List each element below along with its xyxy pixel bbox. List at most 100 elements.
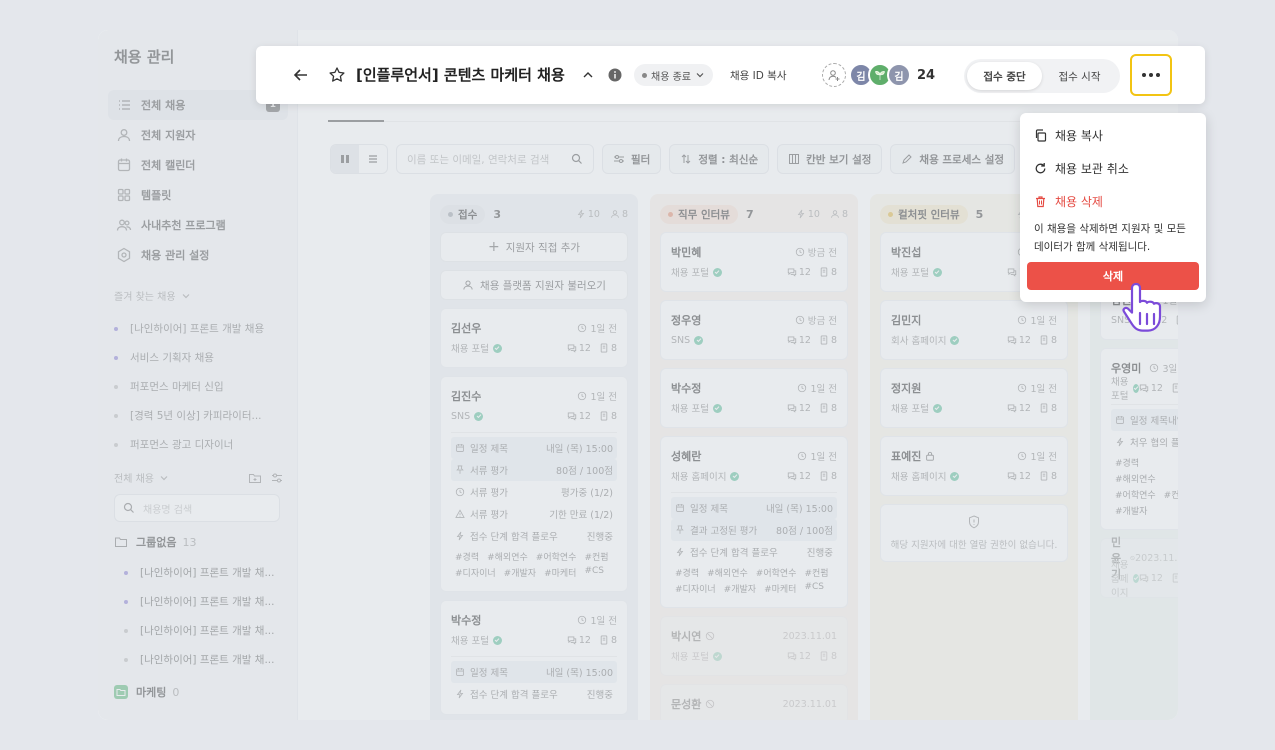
message-icon — [1007, 404, 1017, 413]
group-none[interactable]: 그룹없음 13 — [114, 534, 196, 550]
message-icon — [787, 404, 797, 413]
applicant-name: 김진수 — [451, 390, 482, 403]
job-status-dropdown[interactable]: 채용 종료 — [634, 64, 713, 86]
favorite-item[interactable]: [나인하이어] 프론트 개발 채용 — [114, 314, 284, 343]
document-count: 8 — [819, 403, 837, 414]
favorites-header[interactable]: 즐겨 찾는 채용 — [114, 288, 284, 303]
color-dot — [114, 442, 118, 447]
stage-pill[interactable]: 컬처핏 인터뷰 — [880, 204, 968, 224]
applicant-card[interactable]: 정지원 1일 전 채용 포털 12 8 — [880, 368, 1068, 428]
group-none-count: 13 — [182, 535, 197, 549]
tag-list: #경력 #해외연수 #어학연수 #컨 #개발자 — [1111, 453, 1178, 520]
color-dot — [114, 413, 118, 418]
unarchive-job-menu-item[interactable]: 채용 보관 취소 — [1020, 152, 1206, 185]
applicant-card[interactable]: 박민혜 방금 전 채용 포털 12 8 — [660, 232, 848, 292]
member-avatar[interactable]: 김 — [887, 63, 911, 87]
grid-icon — [117, 188, 131, 202]
favorite-item[interactable]: 퍼포먼스 광고 디자이너 — [114, 430, 284, 459]
favorite-item[interactable]: 서비스 기획자 채용 — [114, 343, 284, 372]
pin-icon — [676, 525, 684, 534]
group-job-item[interactable]: [나인하이어] 프론트 개발 채... — [124, 616, 284, 645]
search-icon — [571, 153, 582, 164]
clock-icon — [578, 323, 587, 333]
group-marketing[interactable]: 마케팅 0 — [114, 684, 179, 700]
applicant-card[interactable]: 성혜란 1일 전 채용 홈페이지 12 8 일정 제목 내일 (목) 15:00 결과 고정된… — [660, 436, 848, 608]
pin-icon — [456, 465, 464, 474]
sidebar-item-1[interactable]: 전체 지원자 — [108, 120, 288, 150]
add-member-icon[interactable] — [822, 63, 846, 87]
document-count: 8 — [1039, 335, 1057, 346]
start-intake-button[interactable]: 접수 시작 — [1042, 62, 1117, 90]
applicant-card[interactable]: 김선우 1일 전 채용 포털 12 8 — [440, 308, 628, 368]
applicant-card[interactable]: 김민지 1일 전 회사 홈페이지 12 8 — [880, 300, 1068, 360]
kanban-view-button[interactable] — [331, 145, 359, 173]
stop-intake-button[interactable]: 접수 중단 — [967, 62, 1042, 90]
favorite-item[interactable]: 퍼포먼스 마케터 신입 — [114, 372, 284, 401]
sliders-icon[interactable] — [270, 471, 284, 485]
tag-list: #경력 #해외연수 #어학연수 #컨펌 #디자이너 #개발자 #마케터 #CS — [671, 563, 837, 598]
sidebar-item-4[interactable]: 사내추천 프로그램 — [108, 210, 288, 240]
group-job-item[interactable]: [나인하이어] 프론트 개발 채... — [124, 645, 284, 674]
group-job-item[interactable]: [나인하이어] 프론트 개발 채... — [124, 558, 284, 587]
warning-icon — [455, 509, 465, 518]
applicant-card[interactable]: 박시연 2023.11.01 채용 포털 12 8 — [660, 616, 848, 676]
message-count: 12 — [567, 343, 591, 354]
delete-job-menu-item[interactable]: 채용 삭제 — [1020, 185, 1206, 218]
back-arrow-icon[interactable] — [292, 66, 310, 84]
applicant-card[interactable]: 문성환 2023.11.01 — [660, 684, 848, 720]
clock-icon — [455, 487, 465, 497]
applicant-card[interactable]: 정우영 방금 전 SNS 12 8 — [660, 300, 848, 360]
applicant-card[interactable]: 박수정 1일 전 채용 포털 12 8 — [660, 368, 848, 428]
star-icon[interactable] — [328, 66, 346, 84]
stage-pill[interactable]: 직무 인터뷰 — [660, 204, 738, 224]
all-jobs-header[interactable]: 전체 채용 — [114, 470, 284, 485]
applicant-card[interactable]: 김진수 1일 전 SNS 12 8 일정 제목 내일 (목) 15:00 서류 평가 80점 /… — [440, 376, 628, 592]
favorite-label: 서비스 기획자 채용 — [130, 352, 214, 364]
intake-toggle[interactable]: 접수 중단 접수 시작 — [964, 59, 1120, 93]
search-icon — [123, 502, 134, 513]
job-search-input[interactable]: 채용명 검색 — [114, 494, 280, 522]
applicant-source: 채용 홈페이지 — [891, 469, 960, 483]
delete-job-label: 채용 삭제 — [1055, 195, 1103, 209]
applicant-card[interactable]: 표예진 1일 전 채용 홈페이지 12 8 — [880, 436, 1068, 496]
process-settings-button[interactable]: 채용 프로세스 설정 — [890, 144, 1016, 174]
applicant-card[interactable]: 우영미3일 전채용 포털128일정 제목내일 (목) 15:00처우 협의 플로… — [1100, 348, 1178, 530]
tag: #해외연수 — [487, 553, 528, 563]
applicant-card[interactable]: 박수정 1일 전 채용 포털 12 8 일정 제목 내일 (목) 15:00 접수 단계 합격… — [440, 600, 628, 715]
add-folder-icon[interactable] — [248, 471, 262, 485]
favorite-label: [경력 5년 이상] 카피라이터... — [130, 410, 262, 422]
sort-button[interactable]: 정렬 : 최신순 — [669, 144, 770, 174]
tag: #어학연수 — [755, 569, 797, 579]
add-applicant-button[interactable]: + 지원자 직접 추가 — [440, 232, 628, 262]
copy-job-menu-item[interactable]: 채용 복사 — [1020, 119, 1206, 152]
applicant-search-input[interactable]: 이름 또는 이메일, 연락처로 검색 — [396, 144, 594, 174]
applicant-name: 문성환 — [671, 698, 702, 711]
tag: #CS — [804, 582, 824, 592]
sidebar-item-5[interactable]: 채용 관리 설정 — [108, 240, 288, 270]
stage-count: 7 — [745, 207, 754, 221]
list-view-button[interactable] — [359, 145, 387, 173]
unarchive-job-label: 채용 보관 취소 — [1055, 162, 1129, 176]
more-options-button[interactable] — [1130, 54, 1172, 96]
member-avatars[interactable]: 김김 24 — [822, 63, 935, 87]
card-detail-row: 접수 단계 합격 플로우 진행중 — [451, 525, 617, 547]
applicant-name: 정우영 — [671, 314, 702, 327]
verified-icon — [694, 335, 704, 345]
sidebar-item-3[interactable]: 템플릿 — [108, 180, 288, 210]
more-options-menu: 채용 복사 채용 보관 취소 채용 삭제 이 채용을 삭제하면 지원자 및 모든… — [1020, 113, 1206, 302]
group-job-item[interactable]: [나인하이어] 프론트 개발 채... — [124, 587, 284, 616]
card-detail-row: 일정 제목내일 (목) 15:00 — [671, 497, 837, 519]
sidebar: 채용 관리 전체 채용 1 전체 지원자 전체 캘린더 템플릿 사내추천 프로그램 채용 관… — [98, 30, 298, 720]
favorite-item[interactable]: [경력 5년 이상] 카피라이터... — [114, 401, 284, 430]
chevron-up-icon[interactable] — [582, 69, 594, 81]
sidebar-item-2[interactable]: 전체 캘린더 — [108, 150, 288, 180]
stage-pill[interactable]: 접수 — [440, 204, 486, 224]
kanban-settings-button[interactable]: 칸반 보기 설정 — [777, 144, 883, 174]
filter-button[interactable]: 필터 — [602, 144, 662, 174]
message-count: 12 — [787, 471, 811, 482]
import-applicants-button[interactable]: 채용 플랫폼 지원자 불러오기 — [440, 270, 628, 300]
info-icon[interactable] — [608, 68, 622, 82]
copy-job-id-button[interactable]: 채용 ID 복사 — [730, 68, 787, 83]
applicant-card[interactable]: 민윤기2023.11.01채용 홈페이지128 — [1100, 536, 1178, 599]
tag: #경력 — [455, 553, 480, 563]
